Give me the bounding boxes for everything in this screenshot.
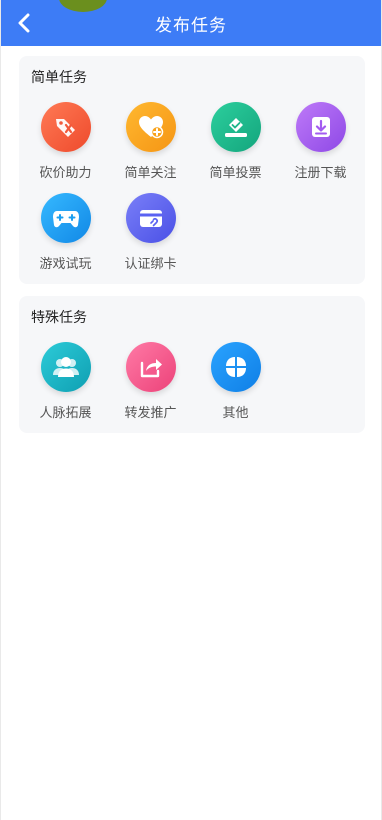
task-item-bargain[interactable]: 砍价助力: [23, 102, 108, 181]
task-item-label: 注册下载: [294, 166, 347, 181]
heart-plus-icon: [125, 102, 176, 152]
section-special-tasks: 特殊任务 人脉拓展 转发推广 其他: [19, 296, 365, 433]
task-item-register-download[interactable]: 注册下载: [278, 102, 363, 181]
task-grid: 人脉拓展 转发推广 其他: [19, 342, 365, 421]
chevron-left-icon: [18, 13, 30, 33]
vote-check-icon: [210, 102, 261, 152]
task-item-label: 砍价助力: [39, 166, 92, 181]
back-button[interactable]: [9, 8, 39, 38]
task-grid: 砍价助力 简单关注 简单投票 注册下载 游戏试玩 认证绑卡: [19, 102, 365, 272]
four-petal-icon: [210, 342, 261, 392]
section-title: 简单任务: [31, 70, 87, 86]
task-item-other[interactable]: 其他: [193, 342, 278, 421]
people-icon: [40, 342, 91, 392]
task-item-label: 游戏试玩: [39, 257, 92, 272]
task-item-label: 其他: [222, 406, 249, 421]
section-title: 特殊任务: [31, 310, 87, 326]
task-item-label: 人脉拓展: [39, 406, 92, 421]
page-title: 发布任务: [155, 15, 227, 36]
header-decoration: [59, 0, 107, 12]
task-item-label: 认证绑卡: [124, 257, 177, 272]
task-item-label: 简单投票: [209, 166, 262, 181]
task-item-follow[interactable]: 简单关注: [108, 102, 193, 181]
task-item-share-promote[interactable]: 转发推广: [108, 342, 193, 421]
task-item-vote[interactable]: 简单投票: [193, 102, 278, 181]
task-item-label: 简单关注: [124, 166, 177, 181]
task-item-label: 转发推广: [124, 406, 177, 421]
task-item-verify-card[interactable]: 认证绑卡: [108, 193, 193, 272]
app-header: 发布任务: [1, 0, 381, 46]
price-tag-cut-icon: [40, 102, 91, 152]
page: 发布任务 简单任务 砍价助力 简单关注 简单投票 注册下载 游戏试玩 认证绑卡 …: [0, 0, 382, 820]
download-icon: [295, 102, 346, 152]
share-icon: [125, 342, 176, 392]
section-simple-tasks: 简单任务 砍价助力 简单关注 简单投票 注册下载 游戏试玩 认证绑卡: [19, 56, 365, 284]
gamepad-icon: [40, 193, 91, 243]
task-item-game-trial[interactable]: 游戏试玩: [23, 193, 108, 272]
card-link-icon: [125, 193, 176, 243]
task-item-networking[interactable]: 人脉拓展: [23, 342, 108, 421]
